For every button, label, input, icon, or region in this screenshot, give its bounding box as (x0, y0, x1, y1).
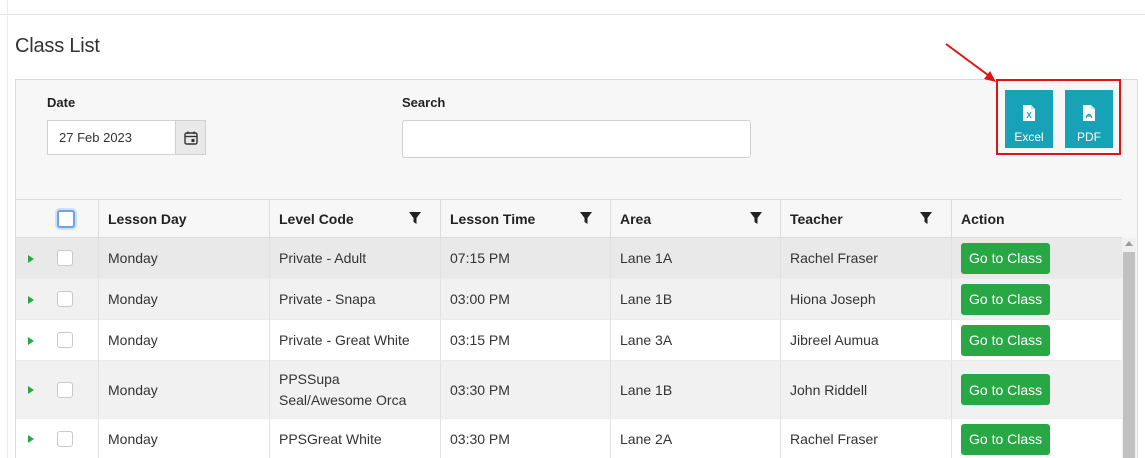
cell-level-code: Private - Snapa (269, 279, 440, 319)
go-to-class-button[interactable]: Go to Class (961, 374, 1051, 405)
filter-icon[interactable] (920, 212, 932, 225)
excel-export-button[interactable]: X Excel (1005, 90, 1053, 148)
column-lesson-day[interactable]: Lesson Day (98, 200, 269, 238)
vertical-scrollbar[interactable] (1122, 238, 1136, 458)
go-to-class-button[interactable]: Go to Class (961, 423, 1051, 455)
level-code-line-1: PPSSupa (279, 370, 340, 387)
go-to-class-button[interactable]: Go to Class (961, 242, 1051, 274)
column-lesson-time[interactable]: Lesson Time (440, 200, 610, 238)
table-row[interactable]: Monday Private - Snapa 03:00 PM Lane 1B … (16, 279, 1122, 320)
cell-area: Lane 1B (610, 361, 780, 418)
cell-level-code: PPSGreat White (269, 419, 440, 458)
table-row[interactable]: Monday PPSSupa Seal/Awesome Orca 03:30 P… (16, 361, 1122, 419)
expand-row-icon[interactable] (28, 255, 34, 263)
go-to-class-button[interactable]: Go to Class (961, 283, 1051, 315)
cell-lesson-time: 03:30 PM (440, 361, 610, 418)
table-header: Lesson Day Level Code Lesson Time Area T… (16, 199, 1122, 238)
go-to-class-button[interactable]: Go to Class (961, 324, 1051, 356)
level-code-line-2: Seal/Awesome Orca (279, 391, 407, 408)
row-checkbox[interactable] (57, 291, 73, 307)
cell-level-code: PPSSupa Seal/Awesome Orca (269, 361, 440, 418)
cell-area: Lane 1B (610, 279, 780, 319)
column-action: Action (951, 200, 1122, 238)
cell-teacher: Rachel Fraser (780, 238, 951, 278)
date-picker[interactable]: 27 Feb 2023 (47, 120, 206, 155)
cell-action: Go to Class (951, 238, 1122, 278)
expand-row-icon[interactable] (28, 435, 34, 443)
cell-action: Go to Class (951, 279, 1122, 319)
search-input[interactable] (402, 120, 751, 158)
cell-lesson-day: Monday (98, 238, 269, 278)
cell-lesson-day: Monday (98, 419, 269, 458)
date-label: Date (47, 95, 76, 110)
row-checkbox[interactable] (57, 382, 73, 398)
cell-action: Go to Class (951, 419, 1122, 458)
select-all-checkbox[interactable] (57, 210, 75, 228)
expand-row-icon[interactable] (28, 386, 34, 394)
cell-lesson-day: Monday (98, 320, 269, 360)
column-teacher[interactable]: Teacher (780, 200, 951, 238)
expand-row-icon[interactable] (28, 296, 34, 304)
search-label: Search (402, 95, 446, 110)
cell-lesson-time: 07:15 PM (440, 238, 610, 278)
column-area[interactable]: Area (610, 200, 780, 238)
svg-text:X: X (1026, 111, 1032, 120)
cell-teacher: John Riddell (780, 361, 951, 418)
cell-area: Lane 3A (610, 320, 780, 360)
filter-icon[interactable] (580, 212, 592, 225)
cell-area: Lane 2A (610, 419, 780, 458)
cell-lesson-time: 03:00 PM (440, 279, 610, 319)
excel-file-icon: X (1022, 104, 1036, 125)
filter-icon[interactable] (409, 212, 421, 225)
row-checkbox[interactable] (57, 332, 73, 348)
row-checkbox[interactable] (57, 250, 73, 266)
scrollbar-thumb[interactable] (1123, 252, 1135, 458)
table-row[interactable]: Monday Private - Adult 07:15 PM Lane 1A … (16, 238, 1122, 279)
cell-lesson-time: 03:15 PM (440, 320, 610, 360)
excel-label: Excel (1014, 130, 1044, 144)
cell-action: Go to Class (951, 320, 1122, 360)
date-value[interactable]: 27 Feb 2023 (48, 121, 175, 154)
top-divider (0, 14, 1145, 15)
filter-icon[interactable] (750, 212, 762, 225)
cell-teacher: Rachel Fraser (780, 419, 951, 458)
table-row[interactable]: Monday Private - Great White 03:15 PM La… (16, 320, 1122, 361)
cell-level-code: Private - Adult (269, 238, 440, 278)
table-row[interactable]: Monday PPSGreat White 03:30 PM Lane 2A R… (16, 419, 1122, 458)
cell-level-code: Private - Great White (269, 320, 440, 360)
pdf-export-button[interactable]: PDF (1065, 90, 1113, 148)
scroll-up-arrow-icon[interactable] (1125, 241, 1133, 246)
expand-row-icon[interactable] (28, 337, 34, 345)
column-level-code[interactable]: Level Code (269, 200, 440, 238)
row-checkbox[interactable] (57, 431, 73, 447)
pdf-file-icon (1082, 104, 1096, 125)
cell-teacher: Hiona Joseph (780, 279, 951, 319)
cell-action: Go to Class (951, 361, 1122, 418)
cell-lesson-day: Monday (98, 361, 269, 418)
pdf-label: PDF (1077, 130, 1101, 144)
sidebar-edge (0, 0, 8, 458)
cell-lesson-time: 03:30 PM (440, 419, 610, 458)
cell-lesson-day: Monday (98, 279, 269, 319)
cell-teacher: Jibreel Aumua (780, 320, 951, 360)
cell-area: Lane 1A (610, 238, 780, 278)
page-title: Class List (15, 35, 100, 57)
calendar-icon[interactable] (175, 121, 205, 154)
